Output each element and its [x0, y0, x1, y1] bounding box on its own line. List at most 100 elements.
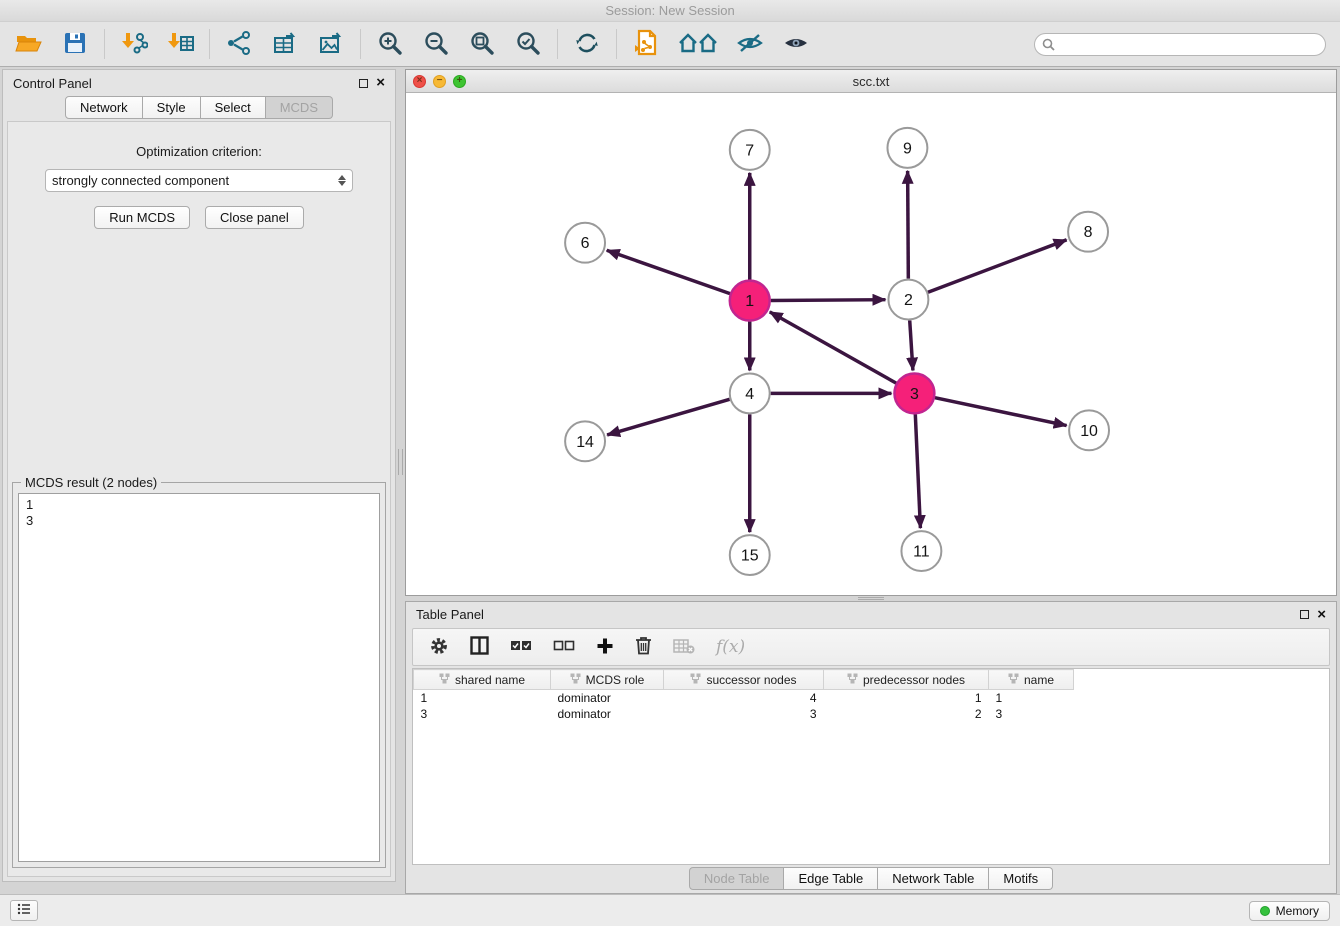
workspace-column: scc.txt × − + 1234678910111415 Table Pan… — [405, 69, 1338, 894]
table-cell[interactable]: 3 — [414, 706, 551, 722]
tab-edge-table[interactable]: Edge Table — [784, 867, 878, 890]
application-window: Session: New Session — [0, 0, 1340, 926]
search-input[interactable] — [1034, 33, 1326, 56]
graph-node-15[interactable]: 15 — [730, 535, 770, 575]
tab-mcds[interactable]: MCDS — [266, 96, 333, 119]
network-home-button[interactable] — [677, 29, 719, 59]
column-header-shared-name[interactable]: shared name — [414, 670, 551, 690]
table-cell[interactable]: 1 — [824, 690, 989, 707]
graph-node-9[interactable]: 9 — [887, 128, 927, 168]
table-cell[interactable]: 3 — [989, 706, 1074, 722]
show-details-button[interactable] — [781, 29, 811, 59]
export-table-button[interactable] — [270, 29, 300, 59]
zoom-out-button[interactable] — [421, 29, 451, 59]
tab-network[interactable]: Network — [65, 96, 143, 119]
maximize-window-icon[interactable]: + — [453, 75, 466, 88]
run-mcds-button[interactable]: Run MCDS — [94, 206, 190, 229]
table-row[interactable]: 3dominator323 — [414, 706, 1074, 722]
graph-edge-1-6[interactable] — [607, 250, 730, 293]
table-cell[interactable]: 1 — [989, 690, 1074, 707]
close-panel-icon[interactable]: × — [376, 78, 385, 88]
graph-edge-2-8[interactable] — [928, 240, 1067, 292]
graph-node-3[interactable]: 3 — [894, 373, 934, 413]
graph-edge-1-2[interactable] — [771, 300, 886, 301]
hide-details-button[interactable] — [735, 29, 765, 59]
import-table-button[interactable] — [165, 29, 195, 59]
network-canvas[interactable]: 1 2 3 4 6 7 8 9 10 11 14 15 — [406, 93, 1336, 595]
graph-edge-2-3[interactable] — [910, 321, 913, 371]
minimize-window-icon[interactable]: − — [433, 75, 446, 88]
plus-icon — [596, 637, 614, 658]
clipboard-network-button[interactable] — [631, 29, 661, 59]
tab-node-table[interactable]: Node Table — [689, 867, 785, 890]
mcds-result-title: MCDS result (2 nodes) — [21, 475, 161, 490]
control-panel-tabs: Network Style Select MCDS — [3, 96, 395, 121]
tab-style[interactable]: Style — [143, 96, 201, 119]
tab-motifs[interactable]: Motifs — [989, 867, 1053, 890]
graph-node-11[interactable]: 11 — [901, 531, 941, 571]
table-cell[interactable]: 2 — [824, 706, 989, 722]
column-header-name[interactable]: name — [989, 670, 1074, 690]
close-window-icon[interactable]: × — [413, 75, 426, 88]
open-session-button[interactable] — [14, 29, 44, 59]
delete-column-button[interactable] — [635, 636, 652, 658]
graph-edge-3-10[interactable] — [935, 398, 1067, 426]
column-header-predecessor-nodes[interactable]: predecessor nodes — [824, 670, 989, 690]
column-header-successor-nodes[interactable]: successor nodes — [664, 670, 824, 690]
table-settings-button[interactable] — [429, 636, 449, 659]
float-panel-icon[interactable] — [359, 79, 368, 88]
criterion-select[interactable]: strongly connected component — [45, 169, 353, 192]
task-history-button[interactable] — [10, 900, 38, 921]
export-network-button[interactable] — [224, 29, 254, 59]
zoom-selected-button[interactable] — [513, 29, 543, 59]
graph-node-4[interactable]: 4 — [730, 373, 770, 413]
memory-button[interactable]: Memory — [1249, 901, 1330, 921]
select-all-button[interactable] — [510, 639, 532, 656]
function-builder-button: f(x) — [716, 637, 745, 657]
graph-node-14[interactable]: 14 — [565, 421, 605, 461]
refresh-layout-button[interactable] — [572, 29, 602, 59]
table-cell[interactable]: 1 — [414, 690, 551, 707]
graph-node-10[interactable]: 10 — [1069, 410, 1109, 450]
tab-network-table[interactable]: Network Table — [878, 867, 989, 890]
save-session-button[interactable] — [60, 29, 90, 59]
export-image-button[interactable] — [316, 29, 346, 59]
graph-edge-3-11[interactable] — [915, 414, 920, 528]
graph-node-2[interactable]: 2 — [888, 280, 928, 320]
table-cell[interactable]: dominator — [551, 690, 664, 707]
close-panel-button[interactable]: Close panel — [205, 206, 304, 229]
import-network-button[interactable] — [119, 29, 149, 59]
trash-icon — [635, 636, 652, 658]
graph-node-label: 2 — [904, 292, 913, 309]
graph-edge-3-1[interactable] — [770, 312, 896, 383]
zoom-in-button[interactable] — [375, 29, 405, 59]
double-home-icon — [678, 31, 718, 58]
graph-node-7[interactable]: 7 — [730, 130, 770, 170]
mcds-result-list[interactable]: 13 — [18, 493, 380, 862]
deselect-all-button[interactable] — [553, 639, 575, 656]
graph-edge-4-14[interactable] — [607, 399, 729, 435]
table-row[interactable]: 1dominator411 — [414, 690, 1074, 707]
table-delete-icon — [673, 638, 695, 657]
memory-label: Memory — [1276, 904, 1319, 918]
column-header-mcds-role[interactable]: MCDS role — [551, 670, 664, 690]
graph-edge-2-9[interactable] — [908, 171, 909, 279]
table-toolbar: f(x) — [412, 628, 1330, 666]
create-column-button[interactable] — [596, 637, 614, 658]
graph-node-8[interactable]: 8 — [1068, 212, 1108, 252]
graph-node-1[interactable]: 1 — [730, 281, 770, 321]
table-cell[interactable]: 4 — [664, 690, 824, 707]
tab-select[interactable]: Select — [201, 96, 266, 119]
vertical-splitter[interactable] — [396, 69, 405, 894]
float-panel-icon[interactable] — [1300, 610, 1309, 619]
table-cell[interactable]: 3 — [664, 706, 824, 722]
close-panel-icon[interactable]: × — [1317, 610, 1326, 620]
graph-node-label: 6 — [581, 235, 590, 252]
hierarchy-icon — [847, 673, 858, 687]
zoom-fit-button[interactable] — [467, 29, 497, 59]
node-table: shared name MCDS role successor nodes pr… — [412, 668, 1330, 865]
graph-node-6[interactable]: 6 — [565, 223, 605, 263]
show-column-button[interactable] — [470, 636, 489, 658]
horizontal-splitter[interactable] — [405, 596, 1337, 601]
table-cell[interactable]: dominator — [551, 706, 664, 722]
